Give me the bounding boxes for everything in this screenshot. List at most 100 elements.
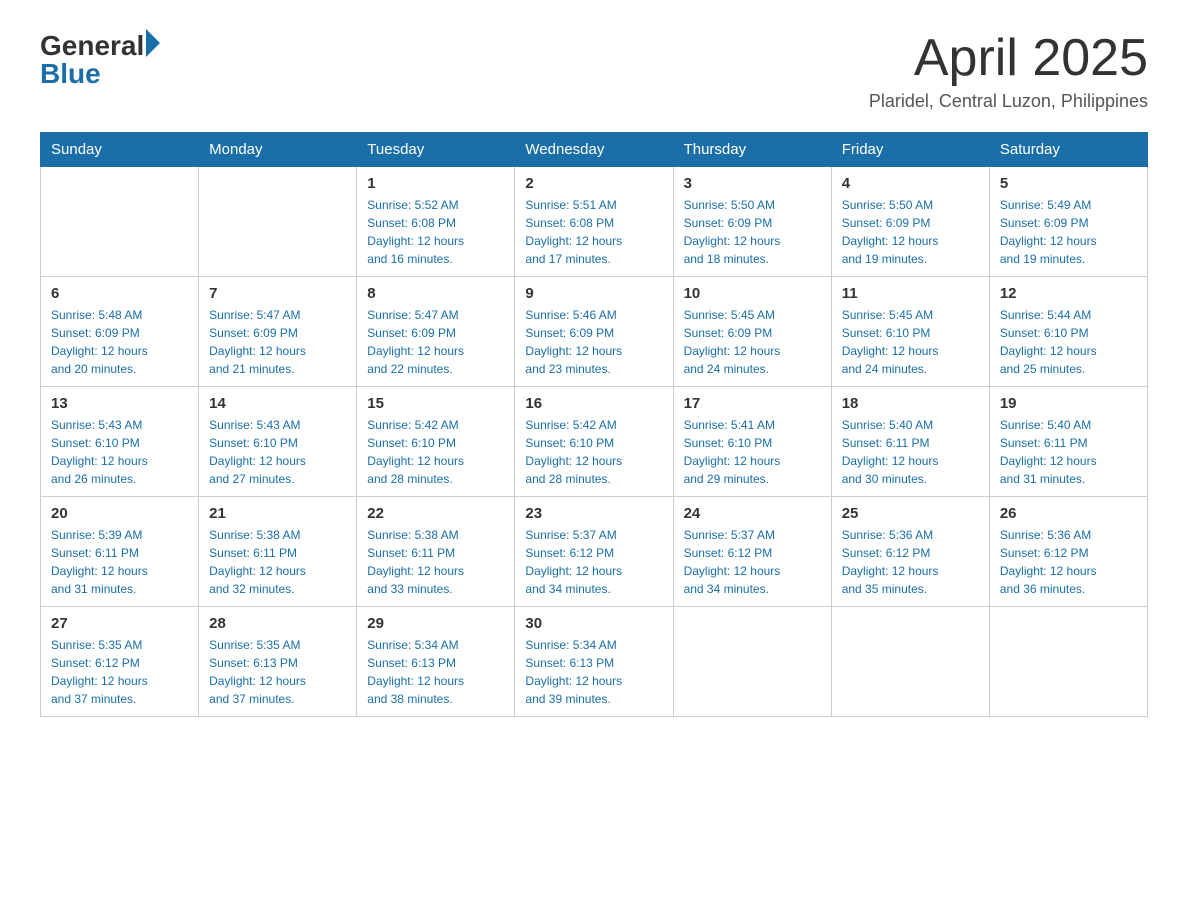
- day-number: 9: [525, 285, 662, 302]
- day-info-text: Sunrise: 5:43 AMSunset: 6:10 PMDaylight:…: [209, 416, 346, 488]
- day-number: 29: [367, 615, 504, 632]
- day-number: 1: [367, 175, 504, 192]
- week-row-4: 20 Sunrise: 5:39 AMSunset: 6:11 PMDayligh…: [41, 497, 1148, 607]
- day-cell: 9 Sunrise: 5:46 AMSunset: 6:09 PMDaylight…: [515, 277, 673, 387]
- day-number: 28: [209, 615, 346, 632]
- week-row-5: 27 Sunrise: 5:35 AMSunset: 6:12 PMDayligh…: [41, 607, 1148, 717]
- calendar-header: SundayMondayTuesdayWednesdayThursdayFrid…: [41, 133, 1148, 167]
- day-cell: [199, 167, 357, 277]
- day-info-text: Sunrise: 5:42 AMSunset: 6:10 PMDaylight:…: [367, 416, 504, 488]
- day-info-text: Sunrise: 5:47 AMSunset: 6:09 PMDaylight:…: [367, 306, 504, 378]
- day-number: 16: [525, 395, 662, 412]
- day-info-text: Sunrise: 5:51 AMSunset: 6:08 PMDaylight:…: [525, 196, 662, 268]
- day-number: 26: [1000, 505, 1137, 522]
- logo-triangle-icon: [146, 29, 160, 57]
- day-number: 14: [209, 395, 346, 412]
- day-info-text: Sunrise: 5:37 AMSunset: 6:12 PMDaylight:…: [684, 526, 821, 598]
- day-number: 21: [209, 505, 346, 522]
- logo-blue-text: Blue: [40, 58, 101, 90]
- day-cell: 10Sunrise: 5:45 AMSunset: 6:09 PMDayligh…: [673, 277, 831, 387]
- day-cell: 11 Sunrise: 5:45 AMSunset: 6:10 PMDayligh…: [831, 277, 989, 387]
- header-cell-tuesday: Tuesday: [357, 133, 515, 167]
- day-number: 23: [525, 505, 662, 522]
- day-info-text: Sunrise: 5:50 AMSunset: 6:09 PMDaylight:…: [842, 196, 979, 268]
- day-cell: 2 Sunrise: 5:51 AMSunset: 6:08 PMDaylight…: [515, 167, 673, 277]
- header-cell-friday: Friday: [831, 133, 989, 167]
- day-number: 8: [367, 285, 504, 302]
- day-number: 18: [842, 395, 979, 412]
- day-cell: 22 Sunrise: 5:38 AMSunset: 6:11 PMDayligh…: [357, 497, 515, 607]
- day-number: 30: [525, 615, 662, 632]
- day-info-text: Sunrise: 5:38 AMSunset: 6:11 PMDaylight:…: [209, 526, 346, 598]
- day-number: 20: [51, 505, 188, 522]
- day-cell: [989, 607, 1147, 717]
- day-cell: 13Sunrise: 5:43 AMSunset: 6:10 PMDayligh…: [41, 387, 199, 497]
- day-info-text: Sunrise: 5:36 AMSunset: 6:12 PMDaylight:…: [1000, 526, 1137, 598]
- day-number: 15: [367, 395, 504, 412]
- day-cell: 8 Sunrise: 5:47 AMSunset: 6:09 PMDaylight…: [357, 277, 515, 387]
- day-cell: 20 Sunrise: 5:39 AMSunset: 6:11 PMDayligh…: [41, 497, 199, 607]
- day-cell: [673, 607, 831, 717]
- day-number: 2: [525, 175, 662, 192]
- day-cell: 5Sunrise: 5:49 AMSunset: 6:09 PMDaylight…: [989, 167, 1147, 277]
- day-number: 3: [684, 175, 821, 192]
- day-cell: 12Sunrise: 5:44 AMSunset: 6:10 PMDayligh…: [989, 277, 1147, 387]
- header-cell-thursday: Thursday: [673, 133, 831, 167]
- day-info-text: Sunrise: 5:35 AMSunset: 6:13 PMDaylight:…: [209, 636, 346, 708]
- day-number: 12: [1000, 285, 1137, 302]
- day-info-text: Sunrise: 5:38 AMSunset: 6:11 PMDaylight:…: [367, 526, 504, 598]
- day-cell: 24 Sunrise: 5:37 AMSunset: 6:12 PMDayligh…: [673, 497, 831, 607]
- day-info-text: Sunrise: 5:40 AMSunset: 6:11 PMDaylight:…: [842, 416, 979, 488]
- day-info-text: Sunrise: 5:46 AMSunset: 6:09 PMDaylight:…: [525, 306, 662, 378]
- day-info-text: Sunrise: 5:52 AMSunset: 6:08 PMDaylight:…: [367, 196, 504, 268]
- day-cell: 28 Sunrise: 5:35 AMSunset: 6:13 PMDayligh…: [199, 607, 357, 717]
- header-cell-sunday: Sunday: [41, 133, 199, 167]
- day-cell: [831, 607, 989, 717]
- day-info-text: Sunrise: 5:41 AMSunset: 6:10 PMDaylight:…: [684, 416, 821, 488]
- month-year-title: April 2025: [869, 30, 1148, 87]
- day-number: 27: [51, 615, 188, 632]
- day-cell: 27 Sunrise: 5:35 AMSunset: 6:12 PMDayligh…: [41, 607, 199, 717]
- day-cell: 26 Sunrise: 5:36 AMSunset: 6:12 PMDayligh…: [989, 497, 1147, 607]
- week-row-2: 6 Sunrise: 5:48 AMSunset: 6:09 PMDaylight…: [41, 277, 1148, 387]
- day-number: 7: [209, 285, 346, 302]
- day-cell: 4 Sunrise: 5:50 AMSunset: 6:09 PMDaylight…: [831, 167, 989, 277]
- day-info-text: Sunrise: 5:48 AMSunset: 6:09 PMDaylight:…: [51, 306, 188, 378]
- day-number: 25: [842, 505, 979, 522]
- week-row-1: 1 Sunrise: 5:52 AMSunset: 6:08 PMDaylight…: [41, 167, 1148, 277]
- day-number: 11: [842, 285, 979, 302]
- day-info-text: Sunrise: 5:43 AMSunset: 6:10 PMDaylight:…: [51, 416, 188, 488]
- location-subtitle: Plaridel, Central Luzon, Philippines: [869, 91, 1148, 112]
- day-number: 6: [51, 285, 188, 302]
- day-number: 19: [1000, 395, 1137, 412]
- header-cell-saturday: Saturday: [989, 133, 1147, 167]
- day-number: 17: [684, 395, 821, 412]
- day-info-text: Sunrise: 5:50 AMSunset: 6:09 PMDaylight:…: [684, 196, 821, 268]
- day-cell: 7 Sunrise: 5:47 AMSunset: 6:09 PMDaylight…: [199, 277, 357, 387]
- day-cell: 1 Sunrise: 5:52 AMSunset: 6:08 PMDaylight…: [357, 167, 515, 277]
- header-cell-wednesday: Wednesday: [515, 133, 673, 167]
- day-cell: 30Sunrise: 5:34 AMSunset: 6:13 PMDayligh…: [515, 607, 673, 717]
- day-cell: [41, 167, 199, 277]
- header-cell-monday: Monday: [199, 133, 357, 167]
- day-info-text: Sunrise: 5:35 AMSunset: 6:12 PMDaylight:…: [51, 636, 188, 708]
- day-number: 24: [684, 505, 821, 522]
- day-number: 5: [1000, 175, 1137, 192]
- day-info-text: Sunrise: 5:34 AMSunset: 6:13 PMDaylight:…: [367, 636, 504, 708]
- day-cell: 21 Sunrise: 5:38 AMSunset: 6:11 PMDayligh…: [199, 497, 357, 607]
- day-number: 22: [367, 505, 504, 522]
- calendar-body: 1 Sunrise: 5:52 AMSunset: 6:08 PMDaylight…: [41, 167, 1148, 717]
- calendar-table: SundayMondayTuesdayWednesdayThursdayFrid…: [40, 132, 1148, 717]
- day-info-text: Sunrise: 5:45 AMSunset: 6:10 PMDaylight:…: [842, 306, 979, 378]
- day-cell: 15 Sunrise: 5:42 AMSunset: 6:10 PMDayligh…: [357, 387, 515, 497]
- week-row-3: 13Sunrise: 5:43 AMSunset: 6:10 PMDayligh…: [41, 387, 1148, 497]
- day-info-text: Sunrise: 5:39 AMSunset: 6:11 PMDaylight:…: [51, 526, 188, 598]
- day-cell: 23Sunrise: 5:37 AMSunset: 6:12 PMDayligh…: [515, 497, 673, 607]
- day-cell: 14 Sunrise: 5:43 AMSunset: 6:10 PMDayligh…: [199, 387, 357, 497]
- day-info-text: Sunrise: 5:47 AMSunset: 6:09 PMDaylight:…: [209, 306, 346, 378]
- day-cell: 29 Sunrise: 5:34 AMSunset: 6:13 PMDayligh…: [357, 607, 515, 717]
- page-header: General Blue April 2025 Plaridel, Centra…: [40, 30, 1148, 112]
- day-number: 4: [842, 175, 979, 192]
- day-info-text: Sunrise: 5:42 AMSunset: 6:10 PMDaylight:…: [525, 416, 662, 488]
- day-cell: 16 Sunrise: 5:42 AMSunset: 6:10 PMDayligh…: [515, 387, 673, 497]
